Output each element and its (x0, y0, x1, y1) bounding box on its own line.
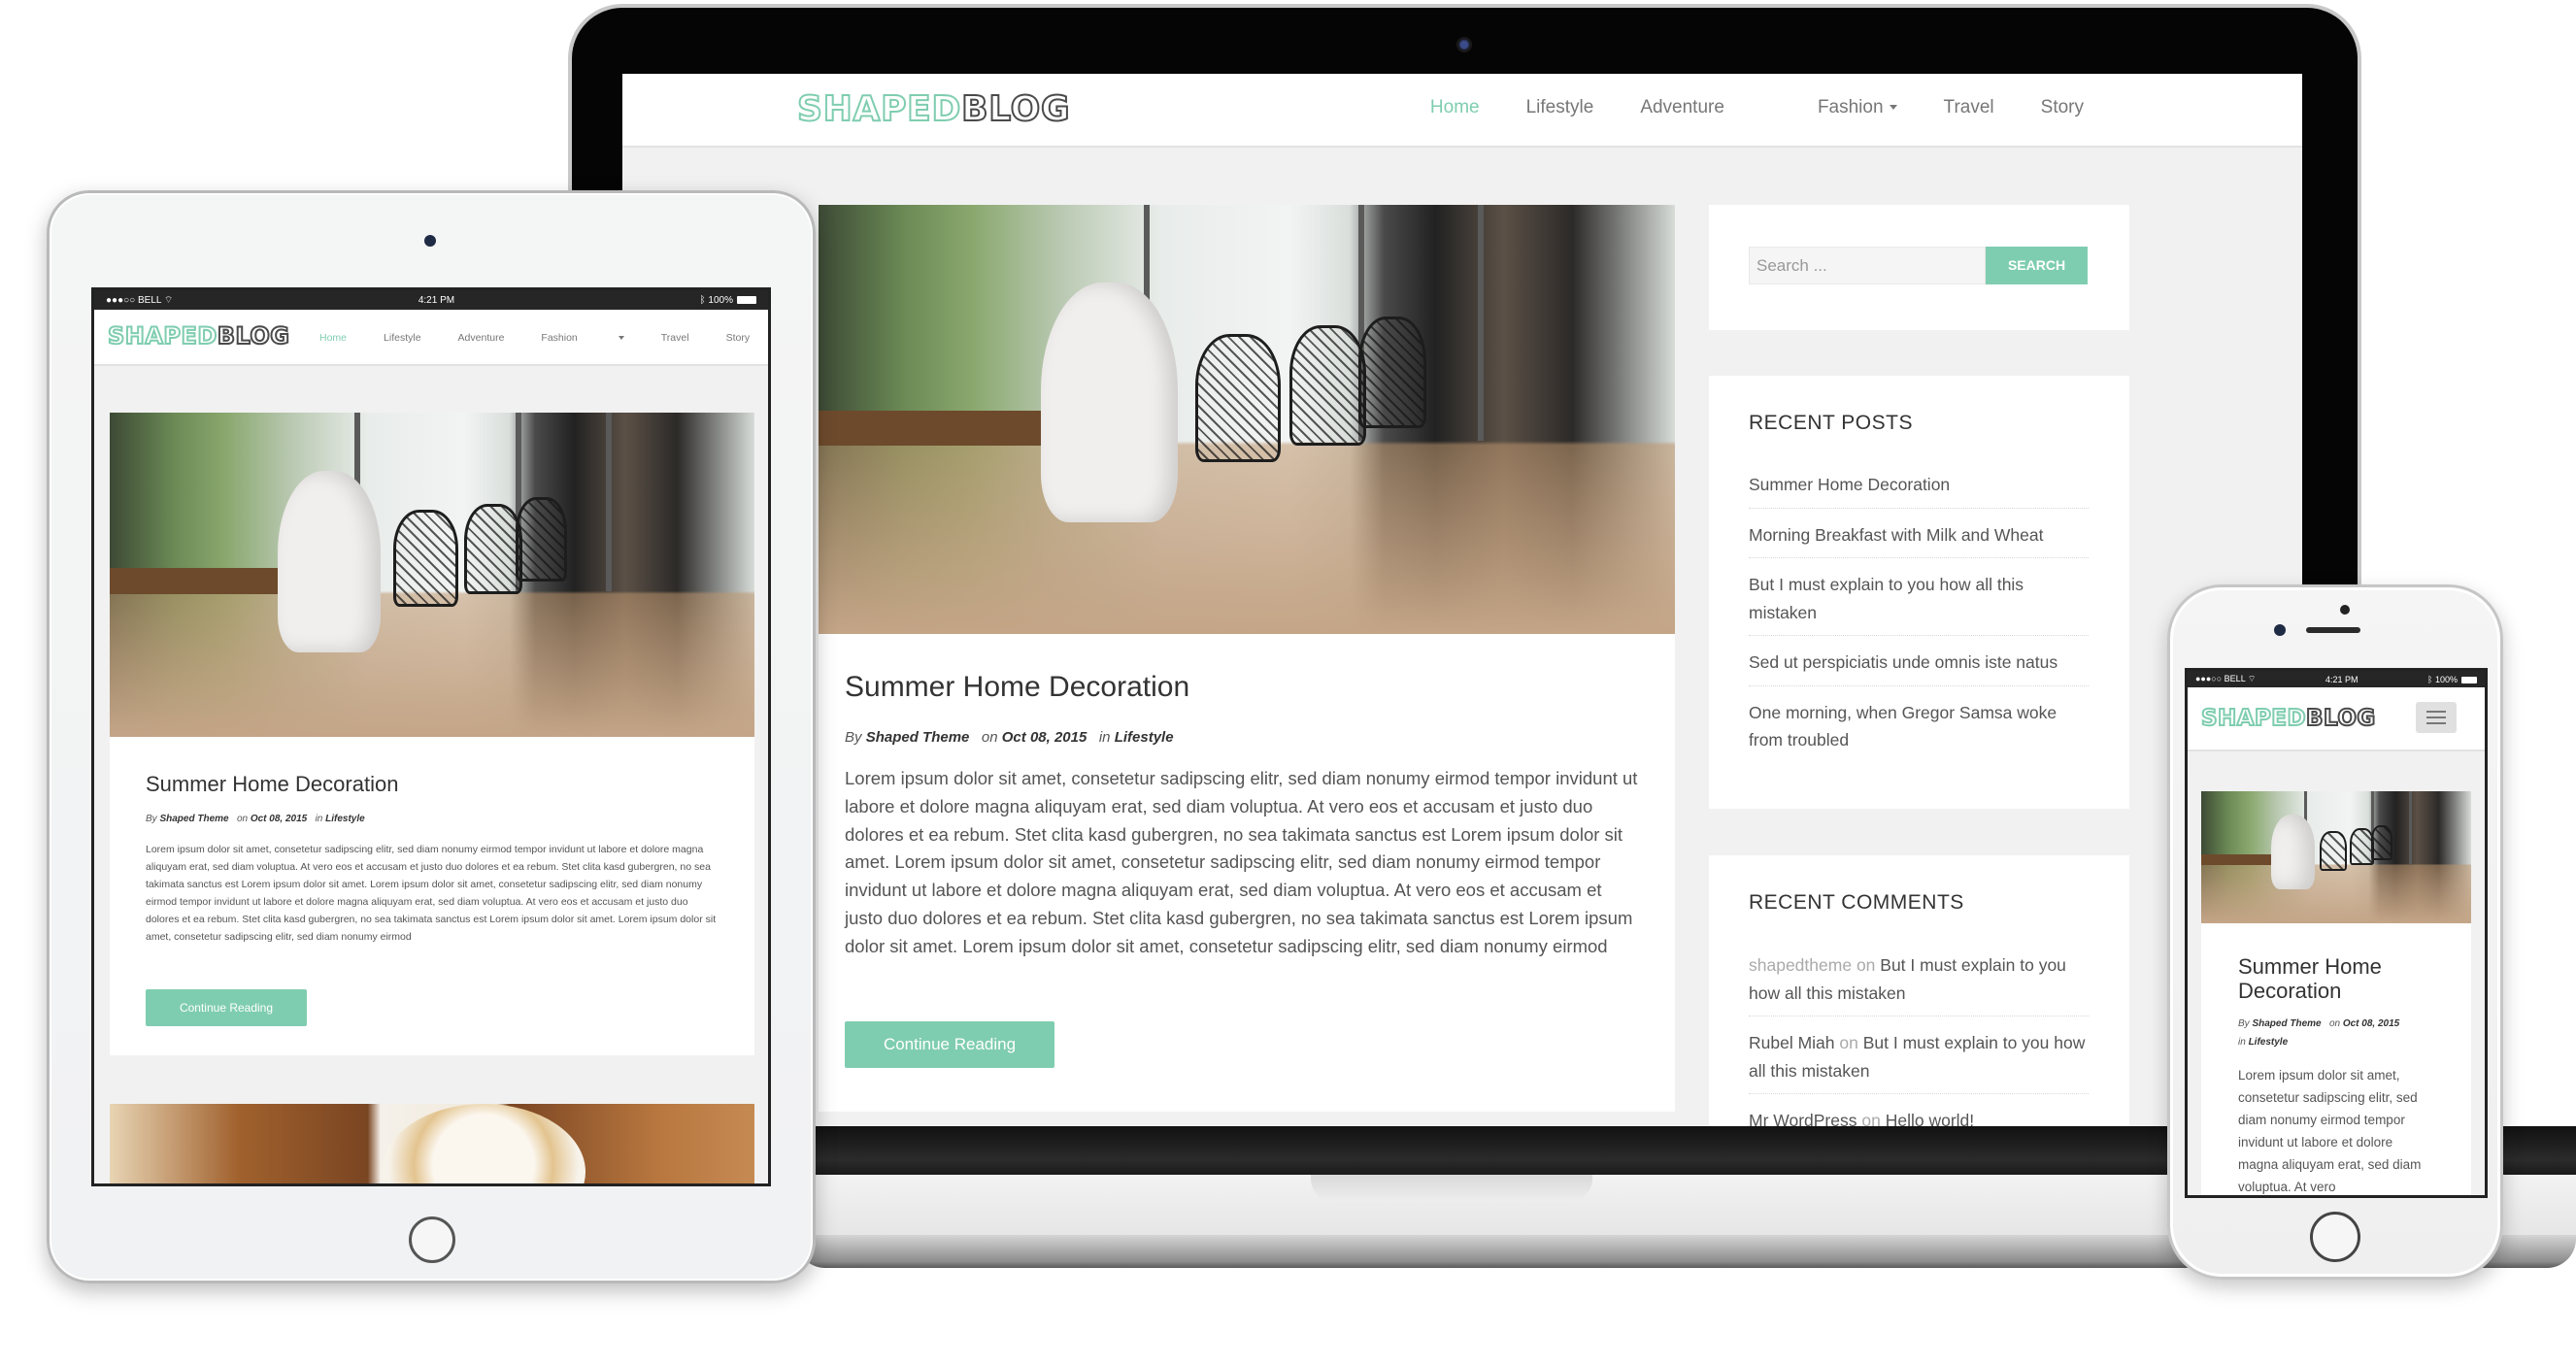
nav-story[interactable]: Story (2041, 97, 2084, 118)
post-category[interactable]: Lifestyle (1115, 729, 1174, 746)
site-logo[interactable]: SHAPEDBLOG (2200, 705, 2376, 732)
post-excerpt: Lorem ipsum dolor sit amet, consetetur s… (146, 844, 717, 943)
recent-post-link[interactable]: But I must explain to you how all this m… (1749, 567, 2089, 636)
post-excerpt: Lorem ipsum dolor sit amet, consetetur s… (2238, 1068, 2422, 1194)
comment-author[interactable]: Mr WordPress (1749, 1111, 1857, 1126)
post-card: Summer Home Decoration By Shaped Theme o… (2201, 791, 2471, 1195)
bluetooth-icon: ᛒ (2427, 674, 2433, 684)
menu-toggle-button[interactable] (2416, 702, 2457, 733)
battery-icon (737, 295, 756, 304)
caret-down-icon (1889, 105, 1897, 111)
caret-down-icon (618, 336, 624, 341)
phone-speaker-icon (2306, 627, 2360, 633)
site-header: SHAPEDBLOG Home Lifestyle Adventure Fash… (622, 74, 2302, 148)
search-button[interactable]: SEARCH (1986, 247, 2088, 284)
post-excerpt: Lorem ipsum dolor sit amet, consetetur s… (845, 768, 1638, 956)
recent-post-link[interactable]: Morning Breakfast with Milk and Wheat (1749, 517, 2089, 558)
nav-travel[interactable]: Travel (661, 332, 689, 344)
post-featured-image[interactable] (2201, 791, 2471, 923)
phone-camera-icon (2274, 624, 2286, 636)
continue-reading-button[interactable]: Continue Reading (845, 1021, 1054, 1068)
nav-lifestyle[interactable]: Lifestyle (384, 332, 421, 344)
post-featured-image[interactable] (819, 205, 1675, 634)
post-title[interactable]: Summer Home Decoration (146, 772, 398, 797)
nav-story[interactable]: Story (726, 332, 751, 344)
comment-author[interactable]: shapedtheme (1749, 955, 1852, 975)
recent-post-link[interactable]: Summer Home Decoration (1749, 467, 2089, 509)
clock: 4:21 PM (418, 294, 455, 306)
comment-author: Rubel Miah (1749, 1033, 1835, 1052)
site-logo[interactable]: SHAPEDBLOG (107, 321, 290, 350)
post-meta: By Shaped Theme on Oct 08, 2015 in Lifes… (845, 729, 1174, 746)
site-header: SHAPEDBLOG Home Lifestyle Adventure Fash… (94, 310, 768, 366)
phone-sensor-icon (2340, 605, 2350, 615)
nav-fashion[interactable]: Fashion (1771, 97, 1897, 118)
post-author[interactable]: Shaped Theme (2252, 1018, 2321, 1029)
main-nav: Home Lifestyle Adventure Fashion Travel … (319, 332, 768, 344)
recent-comment: shapedtheme on But I must explain to you… (1749, 948, 2089, 1016)
post-date: Oct 08, 2015 (1001, 729, 1087, 746)
recent-posts-widget: RECENT POSTS Summer Home Decoration Morn… (1709, 376, 2129, 809)
status-bar: ●●●○○ BELL ⌔ 4:21 PM ᛒ 100% (94, 290, 768, 310)
laptop-camera-icon (1456, 37, 1472, 52)
recent-posts-title: RECENT POSTS (1749, 412, 1913, 434)
continue-reading-button[interactable]: Continue Reading (146, 989, 307, 1026)
search-input[interactable]: Search ... (1749, 247, 1986, 284)
recent-post-link[interactable]: One morning, when Gregor Samsa woke from… (1749, 695, 2089, 763)
tablet-home-button[interactable] (409, 1216, 455, 1263)
post-title[interactable]: Summer Home Decoration (2238, 954, 2432, 1003)
status-bar: ●●●○○ BELL ⌔ 4:21 PM ᛒ 100% (2188, 671, 2485, 687)
carrier-label: ●●●○○ BELL (106, 294, 162, 306)
battery-label: 100% (708, 294, 733, 306)
tablet-screen: ●●●○○ BELL ⌔ 4:21 PM ᛒ 100% SHAPEDBLOG H… (91, 287, 771, 1186)
post-author[interactable]: Shaped Theme (159, 814, 228, 824)
nav-adventure[interactable]: Adventure (458, 332, 505, 344)
battery-label: 100% (2434, 674, 2458, 684)
laptop-notch (1311, 1175, 1592, 1202)
main-nav: Home Lifestyle Adventure Fashion Travel … (1384, 97, 2084, 118)
nav-home[interactable]: Home (319, 332, 347, 344)
clock: 4:21 PM (2325, 674, 2359, 684)
recent-post-link[interactable]: Sed ut perspiciatis unde omnis iste natu… (1749, 645, 2089, 686)
wifi-icon: ⌔ (163, 294, 174, 306)
post-category[interactable]: Lifestyle (325, 814, 365, 824)
phone-screen: ●●●○○ BELL ⌔ 4:21 PM ᛒ 100% SHAPEDBLOG S… (2185, 668, 2488, 1198)
wifi-icon: ⌔ (2247, 674, 2257, 683)
nav-travel[interactable]: Travel (1944, 97, 1994, 118)
post-featured-image[interactable] (110, 413, 754, 737)
comment-post-link[interactable]: Hello world! (1886, 1111, 1974, 1126)
recent-comments-widget: RECENT COMMENTS shapedtheme on But I mus… (1709, 855, 2129, 1126)
recent-comments-title: RECENT COMMENTS (1749, 891, 1964, 914)
search-widget: Search ... SEARCH (1709, 205, 2129, 330)
nav-lifestyle[interactable]: Lifestyle (1526, 97, 1594, 118)
recent-comment: Rubel Miah on But I must explain to you … (1749, 1025, 2089, 1094)
carrier-label: ●●●○○ BELL (2195, 674, 2246, 683)
post-title[interactable]: Summer Home Decoration (845, 671, 1189, 704)
post-date: Oct 08, 2015 (250, 814, 308, 824)
post-meta: By Shaped Theme on Oct 08, 2015 in Lifes… (146, 814, 365, 824)
recent-comment: Mr WordPress on Hello world! (1749, 1103, 2089, 1126)
site-logo[interactable]: SHAPEDBLOG (796, 88, 1071, 130)
laptop-screen: SHAPEDBLOG Home Lifestyle Adventure Fash… (622, 74, 2302, 1126)
site-header: SHAPEDBLOG (2188, 687, 2485, 751)
post-card: Summer Home Decoration By Shaped Theme o… (110, 413, 754, 1055)
nav-fashion[interactable]: Fashion (541, 332, 624, 344)
hamburger-icon (2426, 711, 2446, 713)
battery-icon (2461, 676, 2477, 683)
bluetooth-icon: ᛒ (699, 294, 706, 306)
post-category[interactable]: Lifestyle (2249, 1037, 2289, 1048)
post-author[interactable]: Shaped Theme (866, 729, 970, 746)
post-meta: By Shaped Theme on Oct 08, 2015 in Lifes… (2238, 1018, 2400, 1048)
nav-adventure[interactable]: Adventure (1640, 97, 1724, 118)
nav-home[interactable]: Home (1430, 97, 1480, 118)
post-card: Summer Home Decoration By Shaped Theme o… (819, 205, 1675, 1112)
post-date: Oct 08, 2015 (2342, 1018, 2400, 1029)
next-post-image[interactable] (110, 1104, 754, 1183)
tablet-camera-icon (424, 235, 436, 247)
phone-home-button[interactable] (2310, 1212, 2360, 1262)
